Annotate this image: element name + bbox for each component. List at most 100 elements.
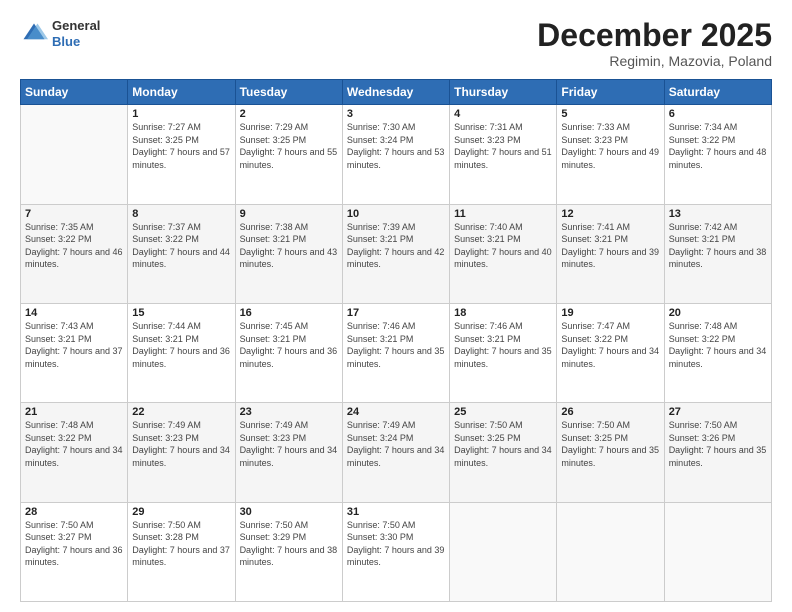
day-info: Sunrise: 7:50 AMSunset: 3:30 PMDaylight:…: [347, 519, 445, 569]
day-number: 10: [347, 208, 445, 220]
day-info: Sunrise: 7:46 AMSunset: 3:21 PMDaylight:…: [454, 320, 552, 370]
header: General Blue December 2025 Regimin, Mazo…: [20, 18, 772, 69]
calendar-table: Sunday Monday Tuesday Wednesday Thursday…: [20, 79, 772, 602]
day-number: 3: [347, 108, 445, 120]
day-info: Sunrise: 7:34 AMSunset: 3:22 PMDaylight:…: [669, 121, 767, 171]
day-info: Sunrise: 7:50 AMSunset: 3:29 PMDaylight:…: [240, 519, 338, 569]
day-number: 7: [25, 208, 123, 220]
calendar-cell: 23Sunrise: 7:49 AMSunset: 3:23 PMDayligh…: [235, 403, 342, 502]
logo-general: General: [52, 18, 100, 33]
calendar-cell: 2Sunrise: 7:29 AMSunset: 3:25 PMDaylight…: [235, 105, 342, 204]
day-info: Sunrise: 7:43 AMSunset: 3:21 PMDaylight:…: [25, 320, 123, 370]
day-number: 28: [25, 506, 123, 518]
calendar-cell: 20Sunrise: 7:48 AMSunset: 3:22 PMDayligh…: [664, 303, 771, 402]
day-number: 23: [240, 406, 338, 418]
day-number: 1: [132, 108, 230, 120]
day-info: Sunrise: 7:35 AMSunset: 3:22 PMDaylight:…: [25, 221, 123, 271]
calendar-week-row: 7Sunrise: 7:35 AMSunset: 3:22 PMDaylight…: [21, 204, 772, 303]
calendar-cell: [21, 105, 128, 204]
location-subtitle: Regimin, Mazovia, Poland: [537, 53, 772, 69]
day-info: Sunrise: 7:47 AMSunset: 3:22 PMDaylight:…: [561, 320, 659, 370]
day-number: 27: [669, 406, 767, 418]
day-number: 15: [132, 307, 230, 319]
calendar-cell: [450, 502, 557, 601]
calendar-cell: 16Sunrise: 7:45 AMSunset: 3:21 PMDayligh…: [235, 303, 342, 402]
day-number: 26: [561, 406, 659, 418]
calendar-cell: 1Sunrise: 7:27 AMSunset: 3:25 PMDaylight…: [128, 105, 235, 204]
day-number: 4: [454, 108, 552, 120]
calendar-cell: 12Sunrise: 7:41 AMSunset: 3:21 PMDayligh…: [557, 204, 664, 303]
page: General Blue December 2025 Regimin, Mazo…: [0, 0, 792, 612]
calendar-cell: 28Sunrise: 7:50 AMSunset: 3:27 PMDayligh…: [21, 502, 128, 601]
calendar-cell: 24Sunrise: 7:49 AMSunset: 3:24 PMDayligh…: [342, 403, 449, 502]
calendar-week-row: 1Sunrise: 7:27 AMSunset: 3:25 PMDaylight…: [21, 105, 772, 204]
calendar-cell: 5Sunrise: 7:33 AMSunset: 3:23 PMDaylight…: [557, 105, 664, 204]
calendar-cell: 27Sunrise: 7:50 AMSunset: 3:26 PMDayligh…: [664, 403, 771, 502]
day-number: 30: [240, 506, 338, 518]
day-info: Sunrise: 7:31 AMSunset: 3:23 PMDaylight:…: [454, 121, 552, 171]
day-number: 21: [25, 406, 123, 418]
day-number: 18: [454, 307, 552, 319]
calendar-cell: 9Sunrise: 7:38 AMSunset: 3:21 PMDaylight…: [235, 204, 342, 303]
calendar-cell: 22Sunrise: 7:49 AMSunset: 3:23 PMDayligh…: [128, 403, 235, 502]
day-number: 2: [240, 108, 338, 120]
header-sunday: Sunday: [21, 80, 128, 105]
calendar-cell: 4Sunrise: 7:31 AMSunset: 3:23 PMDaylight…: [450, 105, 557, 204]
calendar-cell: 29Sunrise: 7:50 AMSunset: 3:28 PMDayligh…: [128, 502, 235, 601]
day-number: 20: [669, 307, 767, 319]
day-number: 22: [132, 406, 230, 418]
day-info: Sunrise: 7:49 AMSunset: 3:23 PMDaylight:…: [240, 419, 338, 469]
day-info: Sunrise: 7:42 AMSunset: 3:21 PMDaylight:…: [669, 221, 767, 271]
header-saturday: Saturday: [664, 80, 771, 105]
day-info: Sunrise: 7:49 AMSunset: 3:24 PMDaylight:…: [347, 419, 445, 469]
calendar-cell: 31Sunrise: 7:50 AMSunset: 3:30 PMDayligh…: [342, 502, 449, 601]
calendar-cell: 25Sunrise: 7:50 AMSunset: 3:25 PMDayligh…: [450, 403, 557, 502]
calendar-cell: 21Sunrise: 7:48 AMSunset: 3:22 PMDayligh…: [21, 403, 128, 502]
day-number: 5: [561, 108, 659, 120]
day-info: Sunrise: 7:40 AMSunset: 3:21 PMDaylight:…: [454, 221, 552, 271]
day-info: Sunrise: 7:29 AMSunset: 3:25 PMDaylight:…: [240, 121, 338, 171]
header-thursday: Thursday: [450, 80, 557, 105]
header-tuesday: Tuesday: [235, 80, 342, 105]
calendar-cell: 7Sunrise: 7:35 AMSunset: 3:22 PMDaylight…: [21, 204, 128, 303]
title-area: December 2025 Regimin, Mazovia, Poland: [537, 18, 772, 69]
month-title: December 2025: [537, 18, 772, 53]
day-info: Sunrise: 7:50 AMSunset: 3:25 PMDaylight:…: [454, 419, 552, 469]
logo-blue: Blue: [52, 34, 80, 49]
day-number: 8: [132, 208, 230, 220]
calendar-cell: 15Sunrise: 7:44 AMSunset: 3:21 PMDayligh…: [128, 303, 235, 402]
day-number: 9: [240, 208, 338, 220]
day-number: 11: [454, 208, 552, 220]
day-number: 19: [561, 307, 659, 319]
day-info: Sunrise: 7:30 AMSunset: 3:24 PMDaylight:…: [347, 121, 445, 171]
day-info: Sunrise: 7:41 AMSunset: 3:21 PMDaylight:…: [561, 221, 659, 271]
calendar-header-row: Sunday Monday Tuesday Wednesday Thursday…: [21, 80, 772, 105]
calendar-cell: [664, 502, 771, 601]
day-info: Sunrise: 7:50 AMSunset: 3:26 PMDaylight:…: [669, 419, 767, 469]
day-info: Sunrise: 7:48 AMSunset: 3:22 PMDaylight:…: [669, 320, 767, 370]
calendar-cell: 14Sunrise: 7:43 AMSunset: 3:21 PMDayligh…: [21, 303, 128, 402]
day-number: 29: [132, 506, 230, 518]
day-info: Sunrise: 7:33 AMSunset: 3:23 PMDaylight:…: [561, 121, 659, 171]
calendar-cell: 8Sunrise: 7:37 AMSunset: 3:22 PMDaylight…: [128, 204, 235, 303]
day-info: Sunrise: 7:44 AMSunset: 3:21 PMDaylight:…: [132, 320, 230, 370]
calendar-cell: 18Sunrise: 7:46 AMSunset: 3:21 PMDayligh…: [450, 303, 557, 402]
calendar-cell: 30Sunrise: 7:50 AMSunset: 3:29 PMDayligh…: [235, 502, 342, 601]
calendar-cell: 26Sunrise: 7:50 AMSunset: 3:25 PMDayligh…: [557, 403, 664, 502]
day-number: 12: [561, 208, 659, 220]
day-info: Sunrise: 7:50 AMSunset: 3:27 PMDaylight:…: [25, 519, 123, 569]
calendar-cell: 3Sunrise: 7:30 AMSunset: 3:24 PMDaylight…: [342, 105, 449, 204]
header-friday: Friday: [557, 80, 664, 105]
logo: General Blue: [20, 18, 100, 49]
day-info: Sunrise: 7:49 AMSunset: 3:23 PMDaylight:…: [132, 419, 230, 469]
day-info: Sunrise: 7:38 AMSunset: 3:21 PMDaylight:…: [240, 221, 338, 271]
day-info: Sunrise: 7:27 AMSunset: 3:25 PMDaylight:…: [132, 121, 230, 171]
calendar-cell: 6Sunrise: 7:34 AMSunset: 3:22 PMDaylight…: [664, 105, 771, 204]
calendar-week-row: 14Sunrise: 7:43 AMSunset: 3:21 PMDayligh…: [21, 303, 772, 402]
header-monday: Monday: [128, 80, 235, 105]
calendar-week-row: 28Sunrise: 7:50 AMSunset: 3:27 PMDayligh…: [21, 502, 772, 601]
calendar-cell: [557, 502, 664, 601]
calendar-cell: 10Sunrise: 7:39 AMSunset: 3:21 PMDayligh…: [342, 204, 449, 303]
calendar-cell: 11Sunrise: 7:40 AMSunset: 3:21 PMDayligh…: [450, 204, 557, 303]
day-number: 24: [347, 406, 445, 418]
